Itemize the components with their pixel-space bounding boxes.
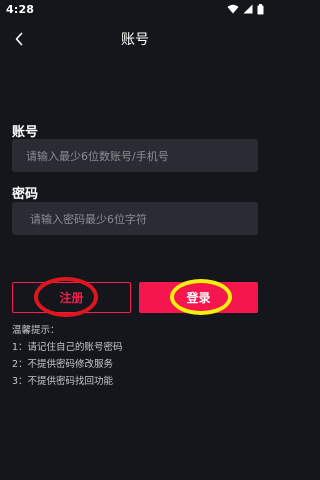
account-label: 账号 xyxy=(12,125,39,140)
header: 账号 xyxy=(0,24,270,54)
password-input[interactable]: 请输入密码最少6位字符 xyxy=(12,202,258,235)
tip-item: 2：不提供密码修改服务 xyxy=(12,359,114,370)
status-bar: 4:28 xyxy=(0,0,270,18)
password-label: 密码 xyxy=(12,187,39,202)
tips-section: 温馨提示： 1：请记住自己的账号密码 2：不提供密码修改服务 3：不提供密码找回… xyxy=(12,322,123,390)
page-title: 账号 xyxy=(121,32,149,48)
tip-item: 3：不提供密码找回功能 xyxy=(12,376,114,387)
battery-icon xyxy=(257,3,264,14)
chevron-left-icon xyxy=(15,32,23,46)
register-label: 注册 xyxy=(59,291,84,305)
status-time: 4:28 xyxy=(6,2,35,16)
wifi-icon xyxy=(227,4,239,14)
tips-title: 温馨提示： xyxy=(12,325,60,336)
signal-icon xyxy=(243,4,253,14)
register-button[interactable]: 注册 xyxy=(12,282,131,313)
login-button[interactable]: 登录 xyxy=(139,282,258,313)
back-button[interactable] xyxy=(8,28,30,50)
login-label: 登录 xyxy=(186,291,211,305)
password-placeholder: 请输入密码最少6位字符 xyxy=(30,212,147,226)
tip-item: 1：请记住自己的账号密码 xyxy=(12,342,123,353)
status-icons xyxy=(227,3,264,15)
account-placeholder: 请输入最少6位数账号/手机号 xyxy=(26,149,169,163)
account-input[interactable]: 请输入最少6位数账号/手机号 xyxy=(12,139,258,172)
